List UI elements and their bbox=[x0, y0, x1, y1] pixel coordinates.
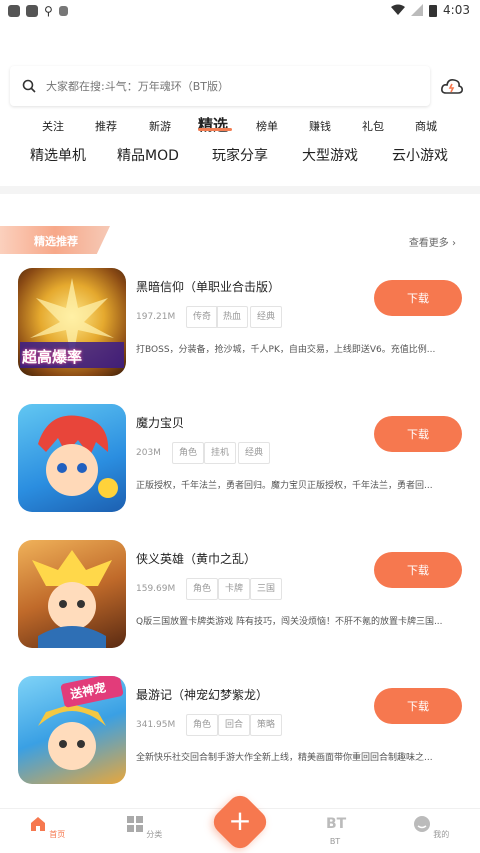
chevron-right-icon: › bbox=[452, 238, 456, 249]
tab-ranking[interactable]: 榜单 bbox=[256, 118, 278, 134]
tab-follow[interactable]: 关注 bbox=[42, 118, 64, 134]
game-icon bbox=[18, 540, 126, 648]
tab-home-label: 首页 bbox=[49, 830, 66, 839]
game-description: 正版授权，千年法兰，勇者回归。魔力宝贝正版授权，千年法兰，勇者回... bbox=[136, 481, 433, 491]
game-tag: 经典 bbox=[238, 442, 271, 464]
notification-icon bbox=[8, 5, 20, 17]
game-tag: 策略 bbox=[250, 714, 283, 736]
search-input[interactable] bbox=[46, 79, 406, 93]
top-nav-tabs: 关注 推荐 新游 精选 榜单 赚钱 礼包 商城 bbox=[0, 116, 480, 140]
status-bar: ⚲ 4:03 bbox=[0, 0, 480, 22]
category-row: 精选单机 精品MOD 玩家分享 大型游戏 云小游戏 bbox=[0, 145, 480, 169]
bt-icon: BT bbox=[326, 816, 347, 832]
game-icon: 送神宠 bbox=[18, 676, 126, 784]
section-title-tag: 精选推荐 bbox=[0, 226, 110, 254]
game-icon bbox=[18, 404, 126, 512]
download-button[interactable]: 下载 bbox=[374, 552, 462, 588]
game-tag: 热血 bbox=[216, 306, 249, 328]
search-icon bbox=[22, 79, 36, 93]
game-icon: 超高爆率 bbox=[18, 268, 126, 376]
tab-new-games[interactable]: 新游 bbox=[149, 118, 171, 134]
game-title: 最游记（神宠幻梦紫龙） bbox=[136, 688, 269, 702]
game-tag: 三国 bbox=[250, 578, 283, 600]
game-tag: 角色 bbox=[186, 578, 219, 600]
game-description: 全新快乐社交回合制手游大作全新上线，精美画面带你重回回合制趣味之... bbox=[136, 753, 433, 763]
cloud-game-icon[interactable] bbox=[440, 75, 464, 99]
game-tag: 经典 bbox=[250, 306, 283, 328]
notification-icon bbox=[26, 5, 38, 17]
game-tag: 传奇 bbox=[186, 306, 219, 328]
signal-icon bbox=[411, 4, 424, 16]
game-list-item[interactable]: 送神宠 最游记（神宠幻梦紫龙） 341.95M 角色 回合 策略 全新快乐社交回… bbox=[0, 676, 480, 806]
download-button[interactable]: 下载 bbox=[374, 416, 462, 452]
search-bar[interactable] bbox=[10, 66, 430, 106]
tab-gifts[interactable]: 礼包 bbox=[362, 118, 384, 134]
game-description: Q版三国放置卡牌类游戏 阵有技巧，闯关没烦恼！不肝不氪的放置卡牌三国... bbox=[136, 617, 443, 627]
app-notification-icon: ⚲ bbox=[44, 4, 53, 18]
game-list-item[interactable]: 超高爆率 黑暗信仰（单职业合击版） 197.21M 传奇 热血 经典 打BOSS… bbox=[0, 268, 480, 398]
category-player-share[interactable]: 玩家分享 bbox=[212, 145, 268, 165]
game-tag: 角色 bbox=[172, 442, 205, 464]
tab-mine-label: 我的 bbox=[433, 830, 450, 839]
category-large-games[interactable]: 大型游戏 bbox=[302, 145, 358, 165]
game-description: 打BOSS，分装备，抢沙城，千人PK，自由交易，上线即送V6。充值比例... bbox=[136, 345, 436, 355]
active-tab-indicator bbox=[198, 128, 232, 131]
game-title: 黑暗信仰（单职业合击版） bbox=[136, 280, 281, 294]
tab-mine[interactable]: 我的 bbox=[401, 815, 461, 840]
category-mod[interactable]: 精品MOD bbox=[117, 145, 179, 165]
section-title: 精选推荐 bbox=[34, 235, 78, 248]
game-artwork bbox=[38, 415, 118, 498]
game-title: 魔力宝贝 bbox=[136, 416, 185, 430]
battery-icon bbox=[429, 4, 438, 17]
tab-category-label: 分类 bbox=[146, 830, 163, 839]
tab-home[interactable]: 首页 bbox=[17, 815, 77, 840]
wifi-icon bbox=[391, 4, 406, 15]
download-button[interactable]: 下载 bbox=[374, 280, 462, 316]
game-title: 侠义英雄（黄巾之乱） bbox=[136, 552, 257, 566]
see-more-link[interactable]: 查看更多 › bbox=[409, 234, 456, 249]
game-icon-text: 超高爆率 bbox=[22, 348, 83, 366]
profile-icon bbox=[413, 816, 430, 832]
tab-featured[interactable]: 精选 bbox=[198, 114, 228, 135]
tab-store[interactable]: 商城 bbox=[415, 118, 437, 134]
plus-icon: + bbox=[228, 804, 252, 837]
category-cloud-games[interactable]: 云小游戏 bbox=[392, 145, 448, 165]
game-list-item[interactable]: 侠义英雄（黄巾之乱） 159.69M 角色 卡牌 三国 Q版三国放置卡牌类游戏 … bbox=[0, 540, 480, 670]
game-tag: 角色 bbox=[186, 714, 219, 736]
a-badge-icon bbox=[58, 6, 68, 16]
game-size: 197.21M bbox=[136, 312, 176, 322]
download-button[interactable]: 下载 bbox=[374, 688, 462, 724]
section-divider bbox=[0, 186, 480, 194]
game-list-item[interactable]: 魔力宝贝 203M 角色 挂机 经典 正版授权，千年法兰，勇者回归。魔力宝贝正版… bbox=[0, 404, 480, 534]
game-size: 203M bbox=[136, 448, 161, 458]
game-size: 341.95M bbox=[136, 720, 176, 730]
game-size: 159.69M bbox=[136, 584, 176, 594]
game-tag: 挂机 bbox=[204, 442, 237, 464]
category-single-player[interactable]: 精选单机 bbox=[30, 145, 86, 165]
tab-bt[interactable]: BT BT bbox=[305, 815, 365, 846]
grid-icon bbox=[126, 816, 143, 832]
tab-category[interactable]: 分类 bbox=[114, 815, 174, 840]
game-tag: 回合 bbox=[218, 714, 251, 736]
home-icon bbox=[30, 817, 45, 831]
tab-recommend[interactable]: 推荐 bbox=[95, 118, 117, 134]
status-time: 4:03 bbox=[443, 3, 470, 17]
tab-earn[interactable]: 赚钱 bbox=[309, 118, 331, 134]
game-tag: 卡牌 bbox=[218, 578, 251, 600]
see-more-label: 查看更多 bbox=[408, 238, 449, 249]
tab-bt-label: BT bbox=[329, 837, 341, 846]
game-artwork bbox=[32, 550, 112, 648]
